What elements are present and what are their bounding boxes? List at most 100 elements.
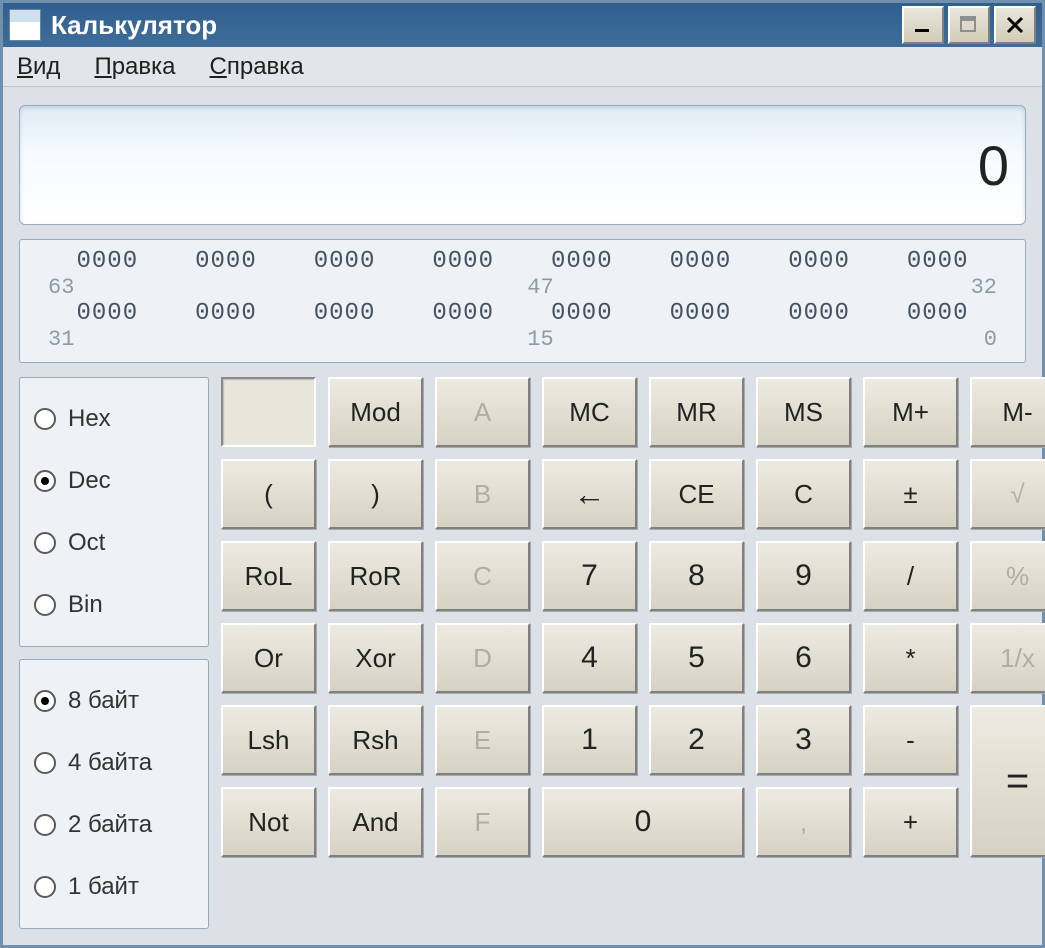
digit-3-button[interactable]: 3 bbox=[756, 705, 851, 775]
lsh-button[interactable]: Lsh bbox=[221, 705, 316, 775]
bit-index-47: 47 bbox=[491, 275, 553, 300]
hex-c-button[interactable]: C bbox=[435, 541, 530, 611]
m-minus-button[interactable]: M- bbox=[970, 377, 1045, 447]
title-bar: Калькулятор bbox=[3, 3, 1042, 47]
ms-button[interactable]: MS bbox=[756, 377, 851, 447]
radix-bin-label: Bin bbox=[68, 591, 103, 619]
radix-group: Hex Dec Oct Bin bbox=[19, 377, 209, 647]
plus-button[interactable]: + bbox=[863, 787, 958, 857]
word-2-label: 2 байта bbox=[68, 811, 152, 839]
digit-9-button[interactable]: 9 bbox=[756, 541, 851, 611]
digit-7-button[interactable]: 7 bbox=[542, 541, 637, 611]
rparen-button[interactable]: ) bbox=[328, 459, 423, 529]
digit-1-button[interactable]: 1 bbox=[542, 705, 637, 775]
multiply-button[interactable]: * bbox=[863, 623, 958, 693]
maximize-icon bbox=[959, 15, 979, 35]
radio-icon bbox=[34, 814, 56, 836]
word-8-label: 8 байт bbox=[68, 687, 139, 715]
bit-row-63-32: 0000 0000 0000 0000 0000 0000 0000 0000 bbox=[48, 248, 997, 275]
menu-view[interactable]: Вид bbox=[17, 53, 60, 81]
bit-row-31-0: 0000 0000 0000 0000 0000 0000 0000 0000 bbox=[48, 300, 997, 327]
bit-index-31: 31 bbox=[48, 327, 74, 352]
minus-button[interactable]: - bbox=[863, 705, 958, 775]
equals-button[interactable]: = bbox=[970, 705, 1045, 857]
window-controls bbox=[902, 6, 1036, 44]
rsh-button[interactable]: Rsh bbox=[328, 705, 423, 775]
word-8-byte[interactable]: 8 байт bbox=[34, 677, 194, 725]
minimize-button[interactable] bbox=[902, 6, 944, 44]
or-button[interactable]: Or bbox=[221, 623, 316, 693]
radio-icon bbox=[34, 532, 56, 554]
plus-minus-button[interactable]: ± bbox=[863, 459, 958, 529]
keypad: Mod A MC MR MS M+ M- ( ) B CE C ± √ RoL … bbox=[221, 377, 1045, 929]
radix-bin[interactable]: Bin bbox=[34, 581, 194, 629]
bit-index-0: 0 bbox=[984, 327, 997, 352]
digit-8-button[interactable]: 8 bbox=[649, 541, 744, 611]
radio-icon bbox=[34, 594, 56, 616]
and-button[interactable]: And bbox=[328, 787, 423, 857]
hex-e-button[interactable]: E bbox=[435, 705, 530, 775]
ror-button[interactable]: RoR bbox=[328, 541, 423, 611]
result-value: 0 bbox=[978, 133, 1009, 198]
digit-2-button[interactable]: 2 bbox=[649, 705, 744, 775]
digit-6-button[interactable]: 6 bbox=[756, 623, 851, 693]
menu-bar: Вид Правка Справка bbox=[3, 47, 1042, 87]
digit-4-button[interactable]: 4 bbox=[542, 623, 637, 693]
radix-dec[interactable]: Dec bbox=[34, 457, 194, 505]
word-4-byte[interactable]: 4 байта bbox=[34, 739, 194, 787]
not-button[interactable]: Not bbox=[221, 787, 316, 857]
mc-button[interactable]: MC bbox=[542, 377, 637, 447]
mr-button[interactable]: MR bbox=[649, 377, 744, 447]
menu-help[interactable]: Справка bbox=[210, 53, 304, 81]
word-2-byte[interactable]: 2 байта bbox=[34, 801, 194, 849]
word-1-label: 1 байт bbox=[68, 873, 139, 901]
arrow-left-icon bbox=[574, 476, 606, 513]
backspace-button[interactable] bbox=[542, 459, 637, 529]
radio-icon bbox=[34, 408, 56, 430]
word-size-group: 8 байт 4 байта 2 байта 1 байт bbox=[19, 659, 209, 929]
client-area: 0 0000 0000 0000 0000 0000 0000 0000 000… bbox=[3, 87, 1042, 945]
divide-button[interactable]: / bbox=[863, 541, 958, 611]
radix-hex-label: Hex bbox=[68, 405, 111, 433]
window-title: Калькулятор bbox=[51, 10, 902, 41]
menu-edit[interactable]: Правка bbox=[94, 53, 175, 81]
minimize-icon bbox=[913, 15, 933, 35]
hex-f-button[interactable]: F bbox=[435, 787, 530, 857]
ce-button[interactable]: CE bbox=[649, 459, 744, 529]
radio-icon bbox=[34, 470, 56, 492]
close-icon bbox=[1005, 15, 1025, 35]
word-1-byte[interactable]: 1 байт bbox=[34, 863, 194, 911]
hex-a-button[interactable]: A bbox=[435, 377, 530, 447]
digit-0-button[interactable]: 0 bbox=[542, 787, 744, 857]
result-display: 0 bbox=[19, 105, 1026, 225]
digit-5-button[interactable]: 5 bbox=[649, 623, 744, 693]
app-icon bbox=[9, 9, 41, 41]
rol-button[interactable]: RoL bbox=[221, 541, 316, 611]
radix-dec-label: Dec bbox=[68, 467, 111, 495]
calculator-window: Калькулятор Вид Правка Справка 0 0000 00… bbox=[0, 0, 1045, 948]
blank-button bbox=[221, 377, 316, 447]
radix-oct-label: Oct bbox=[68, 529, 105, 557]
hex-d-button[interactable]: D bbox=[435, 623, 530, 693]
radio-icon bbox=[34, 876, 56, 898]
mod-button[interactable]: Mod bbox=[328, 377, 423, 447]
reciprocal-button[interactable]: 1/x bbox=[970, 623, 1045, 693]
sqrt-button[interactable]: √ bbox=[970, 459, 1045, 529]
decimal-button[interactable]: , bbox=[756, 787, 851, 857]
radix-hex[interactable]: Hex bbox=[34, 395, 194, 443]
lparen-button[interactable]: ( bbox=[221, 459, 316, 529]
hex-b-button[interactable]: B bbox=[435, 459, 530, 529]
radix-oct[interactable]: Oct bbox=[34, 519, 194, 567]
word-4-label: 4 байта bbox=[68, 749, 152, 777]
maximize-button[interactable] bbox=[948, 6, 990, 44]
c-button[interactable]: C bbox=[756, 459, 851, 529]
close-button[interactable] bbox=[994, 6, 1036, 44]
m-plus-button[interactable]: M+ bbox=[863, 377, 958, 447]
lower-panel: Hex Dec Oct Bin bbox=[19, 377, 1026, 929]
bit-index-32: 32 bbox=[971, 275, 997, 300]
xor-button[interactable]: Xor bbox=[328, 623, 423, 693]
radio-icon bbox=[34, 752, 56, 774]
bit-index-63: 63 bbox=[48, 275, 74, 300]
bit-index-15: 15 bbox=[491, 327, 553, 352]
percent-button[interactable]: % bbox=[970, 541, 1045, 611]
